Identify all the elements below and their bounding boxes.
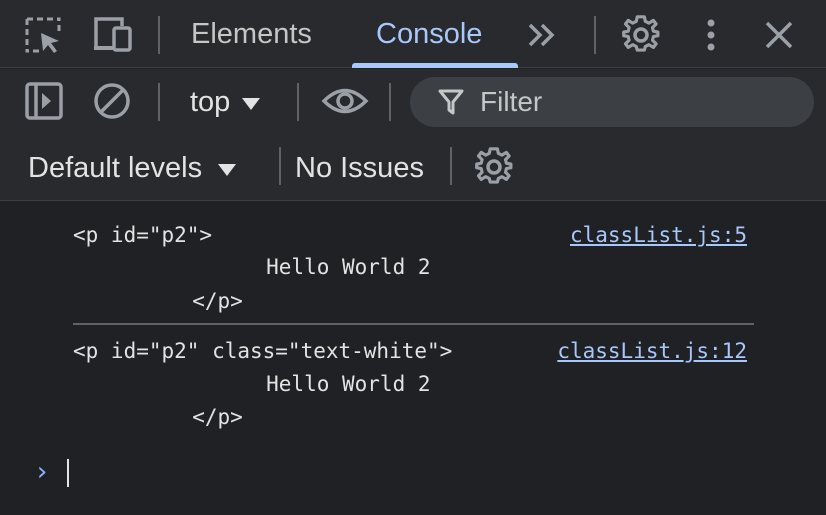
issues-label: No Issues (295, 151, 424, 184)
context-selector[interactable]: top (190, 81, 261, 123)
chevron-down-icon (218, 164, 237, 176)
message-line: <p id="p2"> (73, 223, 213, 247)
tab-console-label: Console (376, 17, 483, 50)
context-label: top (190, 85, 231, 118)
console-output: <p id="p2"> Hello World 2 </p> classList… (0, 201, 826, 515)
filter-placeholder: Filter (480, 86, 543, 117)
tab-elements[interactable]: Elements (191, 0, 312, 68)
tab-elements-label: Elements (191, 17, 312, 50)
toolbar-divider (297, 83, 299, 121)
console-settings-icon[interactable] (472, 145, 516, 189)
filter-input[interactable]: Filter (410, 77, 814, 127)
select-element-icon[interactable] (22, 14, 64, 56)
toolbar-divider (389, 83, 391, 121)
message-line: </p> (129, 405, 243, 429)
console-message: <p id="p2"> Hello World 2 </p> classList… (73, 220, 755, 320)
message-line: <p id="p2" class="text-white"> (73, 339, 453, 363)
close-icon[interactable] (758, 14, 800, 56)
toolbar-divider (158, 83, 160, 121)
console-toolbar: top Filter Default levels No Issues (0, 69, 826, 201)
message-line: Hello World 2 (165, 372, 431, 396)
log-levels-label: Default levels (28, 151, 203, 184)
log-levels-dropdown[interactable]: Default levels (28, 147, 237, 189)
console-message: <p id="p2" class="text-white"> Hello Wor… (73, 336, 755, 436)
chevron-down-icon (242, 98, 261, 110)
live-expression-eye-icon[interactable] (320, 81, 370, 121)
toolbar-divider (158, 16, 160, 54)
device-toolbar-icon[interactable] (92, 14, 134, 56)
more-tabs-icon[interactable] (522, 14, 564, 56)
toolbar-divider (450, 147, 452, 185)
sidebar-toggle-icon[interactable] (22, 79, 66, 123)
console-input-cursor[interactable] (67, 459, 69, 487)
tab-console[interactable]: Console (376, 0, 482, 68)
console-prompt-icon: › (34, 457, 50, 487)
issues-button[interactable]: No Issues (295, 147, 424, 189)
active-tab-indicator (352, 63, 518, 68)
kebab-menu-icon[interactable] (690, 14, 732, 56)
devtools-panel: Elements Console top Filter Default leve… (0, 0, 826, 515)
source-link[interactable]: classList.js:5 (570, 220, 747, 250)
message-line: Hello World 2 (165, 255, 431, 279)
filter-icon (436, 87, 466, 117)
settings-icon[interactable] (620, 14, 662, 56)
clear-console-icon[interactable] (90, 79, 134, 123)
devtools-tabbar: Elements Console (0, 0, 826, 68)
toolbar-divider (594, 16, 596, 54)
source-link[interactable]: classList.js:12 (557, 336, 747, 366)
toolbar-divider (279, 147, 281, 185)
message-line: </p> (129, 289, 243, 313)
message-divider (73, 323, 754, 325)
